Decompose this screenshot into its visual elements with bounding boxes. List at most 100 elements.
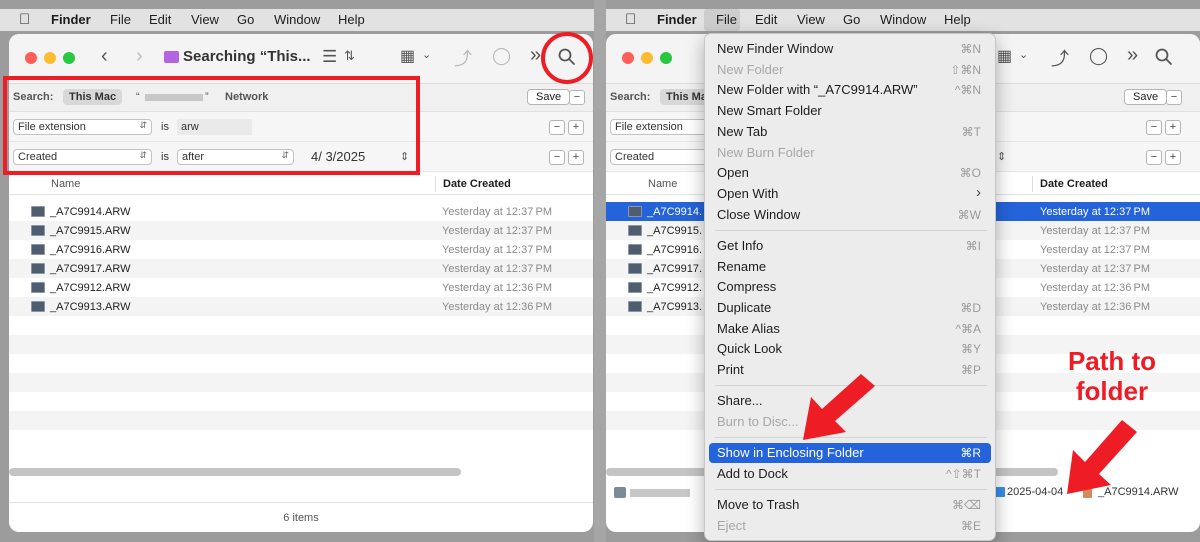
menu-item-new-finder-window[interactable]: New Finder Window ⌘N bbox=[709, 39, 991, 59]
menu-item-share[interactable]: Share... bbox=[709, 391, 991, 411]
menu-item-quick-look[interactable]: Quick Look ⌘Y bbox=[709, 339, 991, 359]
path-file[interactable]: _A7C9914.ARW bbox=[1098, 486, 1179, 498]
disk-icon[interactable] bbox=[614, 487, 626, 498]
remove-criteria-button[interactable]: − bbox=[1146, 120, 1162, 135]
extension-input[interactable]: arw bbox=[177, 119, 252, 135]
add-criteria-button[interactable]: + bbox=[568, 150, 584, 165]
remove-criteria-button[interactable]: − bbox=[1146, 150, 1162, 165]
menu-item-rename[interactable]: Rename bbox=[709, 257, 991, 277]
menu-item-new-folder-with-selection[interactable]: New Folder with “_A7C9914.ARW” ^⌘N bbox=[709, 80, 991, 100]
menu-item-move-to-trash[interactable]: Move to Trash ⌘⌫ bbox=[709, 495, 991, 515]
menu-item-get-info[interactable]: Get Info ⌘I bbox=[709, 236, 991, 256]
menu-item-new-burn-folder[interactable]: New Burn Folder bbox=[709, 143, 991, 163]
scope-network[interactable]: Network bbox=[225, 91, 268, 103]
raw-file-icon[interactable] bbox=[1083, 487, 1092, 498]
menu-go[interactable]: Go bbox=[843, 12, 860, 27]
table-row[interactable]: _A7C9913.ARW Yesterday at 12:36 PM bbox=[9, 297, 593, 316]
menu-item-open[interactable]: Open ⌘O bbox=[709, 163, 991, 183]
date-field[interactable]: 4/ 3/2025 bbox=[311, 149, 365, 165]
add-criteria-button[interactable]: + bbox=[1165, 120, 1181, 135]
menu-item-eject[interactable]: Eject ⌘E bbox=[709, 516, 991, 536]
remove-criteria-button[interactable]: − bbox=[549, 120, 565, 135]
path-redacted[interactable] bbox=[630, 489, 690, 497]
menu-window[interactable]: Window bbox=[880, 12, 926, 27]
chevron-down-icon[interactable]: ⌄ bbox=[1019, 48, 1028, 61]
add-criteria-button[interactable]: + bbox=[568, 120, 584, 135]
zoom-window-button[interactable] bbox=[63, 52, 75, 64]
minimize-window-button[interactable] bbox=[641, 52, 653, 64]
forward-icon[interactable]: › bbox=[136, 45, 143, 68]
menu-go[interactable]: Go bbox=[237, 12, 254, 27]
menu-item-burn-to-disc[interactable]: Burn to Disc... bbox=[709, 412, 991, 432]
menu-item-new-folder[interactable]: New Folder ⇧⌘N bbox=[709, 60, 991, 80]
menu-help[interactable]: Help bbox=[338, 12, 365, 27]
remove-criteria-button[interactable]: − bbox=[549, 150, 565, 165]
menu-edit[interactable]: Edit bbox=[755, 12, 777, 27]
menu-view[interactable]: View bbox=[191, 12, 219, 27]
column-divider[interactable] bbox=[435, 176, 436, 192]
menu-file[interactable]: File bbox=[110, 12, 131, 27]
share-icon[interactable]: ⤴ bbox=[1051, 45, 1069, 71]
more-icon[interactable]: » bbox=[1127, 44, 1138, 67]
tag-icon[interactable]: ◯ bbox=[492, 46, 511, 66]
scope-this-mac[interactable]: This Mac bbox=[63, 89, 123, 105]
menu-item-compress[interactable]: Compress bbox=[709, 277, 991, 297]
apple-icon[interactable]:  bbox=[19, 11, 30, 28]
icon-grid-icon[interactable]: ▦ bbox=[400, 46, 415, 66]
menu-item-duplicate[interactable]: Duplicate ⌘D bbox=[709, 298, 991, 318]
menu-edit[interactable]: Edit bbox=[149, 12, 171, 27]
column-date-created[interactable]: Date Created bbox=[1040, 178, 1108, 190]
menu-item-new-tab[interactable]: New Tab ⌘T bbox=[709, 122, 991, 142]
menu-item-make-alias[interactable]: Make Alias ^⌘A bbox=[709, 319, 991, 339]
close-window-button[interactable] bbox=[25, 52, 37, 64]
back-icon[interactable]: ‹ bbox=[101, 45, 108, 68]
table-row[interactable]: _A7C9916.ARW Yesterday at 12:37 PM bbox=[9, 240, 593, 259]
menu-window[interactable]: Window bbox=[274, 12, 320, 27]
table-row[interactable]: _A7C9912.ARW Yesterday at 12:36 PM bbox=[9, 278, 593, 297]
attribute-popup[interactable]: File extension ⇵ bbox=[13, 119, 152, 135]
list-view-icon[interactable]: ☰ bbox=[322, 47, 337, 67]
table-row[interactable]: _A7C9914.ARW Yesterday at 12:37 PM bbox=[9, 202, 593, 221]
menu-file[interactable]: File bbox=[716, 12, 737, 27]
save-button[interactable]: Save bbox=[1124, 89, 1168, 105]
column-date-created[interactable]: Date Created bbox=[443, 178, 511, 190]
menu-item-open-with[interactable]: Open With › bbox=[709, 184, 991, 204]
menu-item-add-to-dock[interactable]: Add to Dock ^⇧⌘T bbox=[709, 464, 991, 484]
table-row[interactable]: _A7C9917.ARW Yesterday at 12:37 PM bbox=[9, 259, 593, 278]
remove-scope-button[interactable]: − bbox=[1166, 90, 1182, 105]
more-icon[interactable]: » bbox=[530, 44, 541, 67]
zoom-window-button[interactable] bbox=[660, 52, 672, 64]
column-name[interactable]: Name bbox=[51, 178, 80, 190]
add-criteria-button[interactable]: + bbox=[1165, 150, 1181, 165]
horizontal-scrollbar[interactable] bbox=[9, 468, 461, 476]
date-stepper-icon[interactable]: ⇕ bbox=[997, 150, 1006, 163]
view-options-chevron-icon[interactable]: ⇅ bbox=[344, 48, 355, 64]
minimize-window-button[interactable] bbox=[44, 52, 56, 64]
save-button[interactable]: Save bbox=[527, 89, 571, 105]
scope-redacted-folder[interactable] bbox=[145, 94, 203, 101]
path-folder[interactable]: 2025-04-04 bbox=[1007, 486, 1063, 498]
column-divider[interactable] bbox=[1032, 176, 1033, 192]
close-window-button[interactable] bbox=[622, 52, 634, 64]
menu-finder[interactable]: Finder bbox=[657, 12, 697, 27]
tag-icon[interactable]: ◯ bbox=[1089, 46, 1108, 66]
chevron-down-icon[interactable]: ⌄ bbox=[422, 48, 431, 61]
search-icon[interactable] bbox=[1154, 47, 1174, 67]
date-stepper-icon[interactable]: ⇕ bbox=[400, 150, 409, 163]
search-icon[interactable] bbox=[557, 47, 577, 67]
qualifier-popup[interactable]: after ⇵ bbox=[177, 149, 294, 165]
menu-item-print[interactable]: Print ⌘P bbox=[709, 360, 991, 380]
menu-item-close-window[interactable]: Close Window ⌘W bbox=[709, 205, 991, 225]
icon-grid-icon[interactable]: ▦ bbox=[997, 46, 1012, 66]
attribute-popup[interactable]: Created ⇵ bbox=[13, 149, 152, 165]
table-row[interactable]: _A7C9915.ARW Yesterday at 12:37 PM bbox=[9, 221, 593, 240]
menu-help[interactable]: Help bbox=[944, 12, 971, 27]
menu-item-new-smart-folder[interactable]: New Smart Folder bbox=[709, 101, 991, 121]
menu-item-show-in-enclosing-folder[interactable]: Show in Enclosing Folder ⌘R bbox=[709, 443, 991, 463]
share-icon[interactable]: ⤴ bbox=[454, 45, 472, 71]
remove-scope-button[interactable]: − bbox=[569, 90, 585, 105]
menu-view[interactable]: View bbox=[797, 12, 825, 27]
menu-finder[interactable]: Finder bbox=[51, 12, 91, 27]
apple-icon[interactable]:  bbox=[625, 11, 636, 28]
column-name[interactable]: Name bbox=[648, 178, 677, 190]
